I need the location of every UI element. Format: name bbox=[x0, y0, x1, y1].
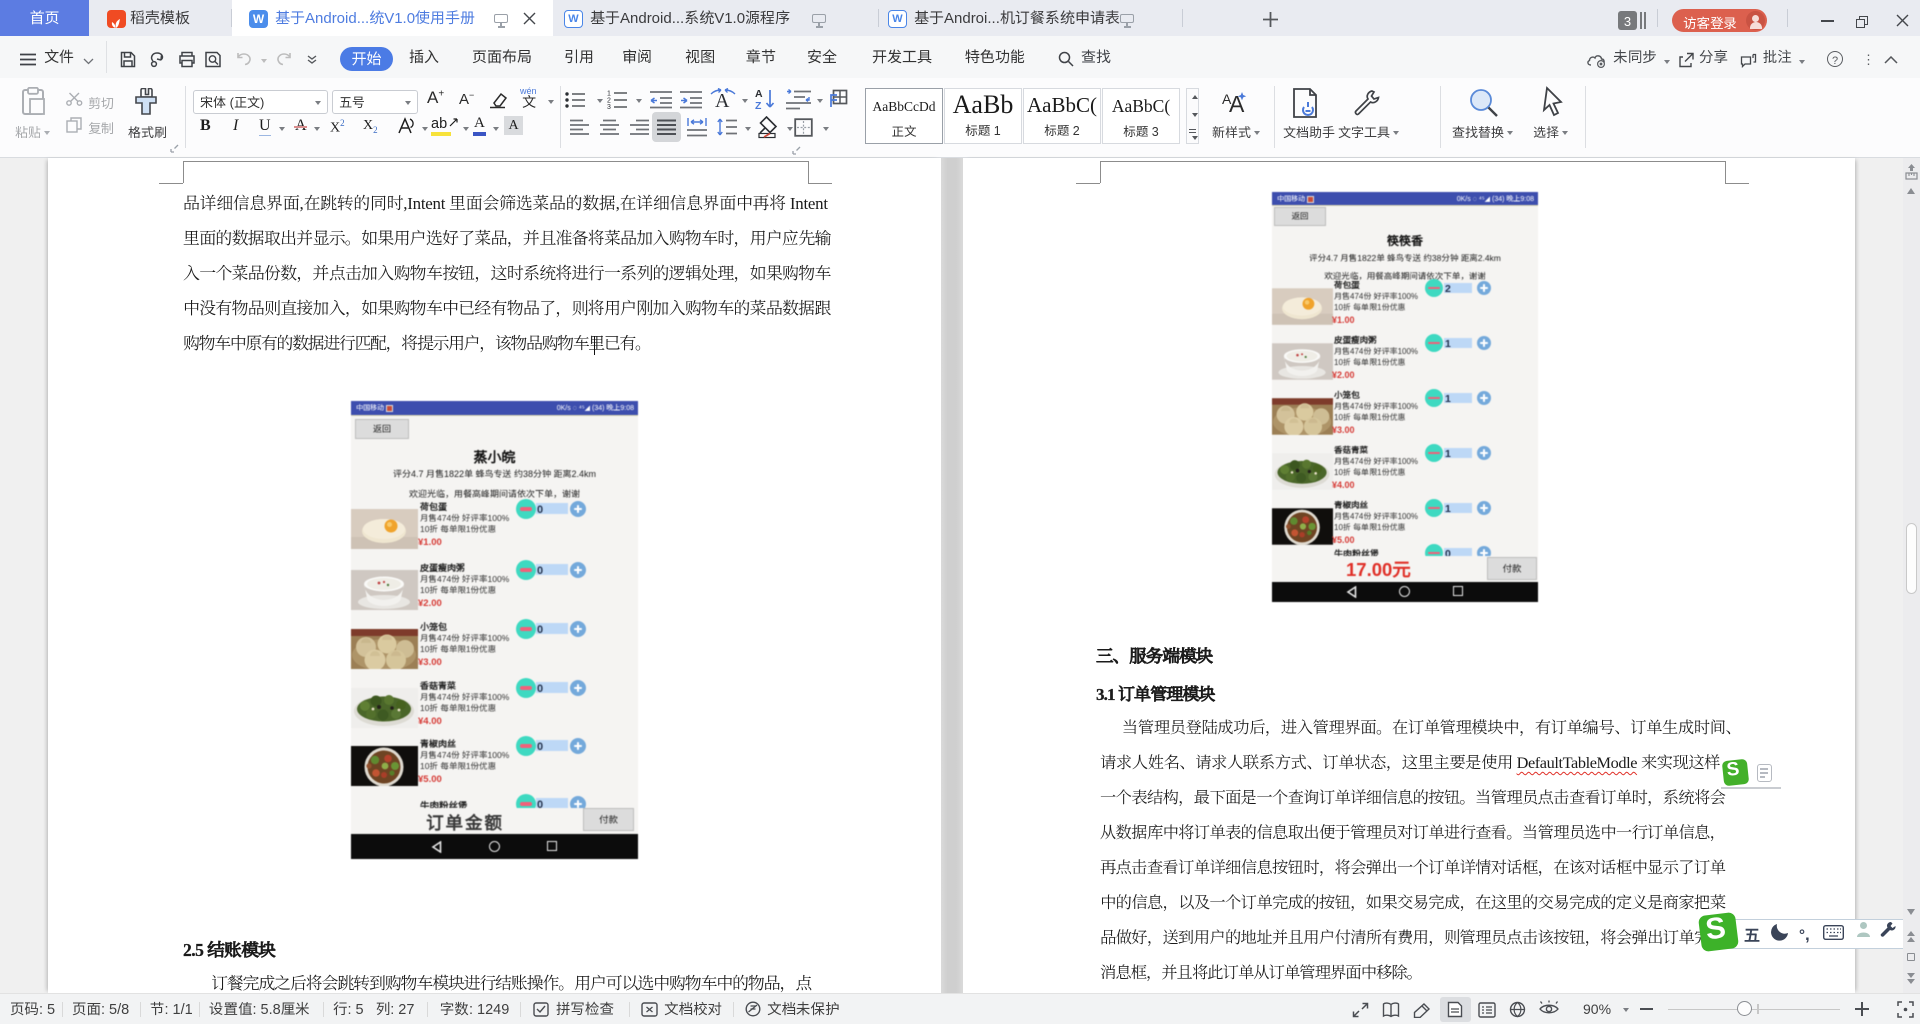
svg-text:A: A bbox=[1222, 91, 1232, 107]
svg-text:Z: Z bbox=[755, 100, 762, 111]
svg-text:A: A bbox=[715, 90, 730, 110]
svg-text:3: 3 bbox=[607, 104, 611, 109]
svg-text:A: A bbox=[755, 88, 763, 100]
svg-text:1: 1 bbox=[607, 91, 611, 98]
